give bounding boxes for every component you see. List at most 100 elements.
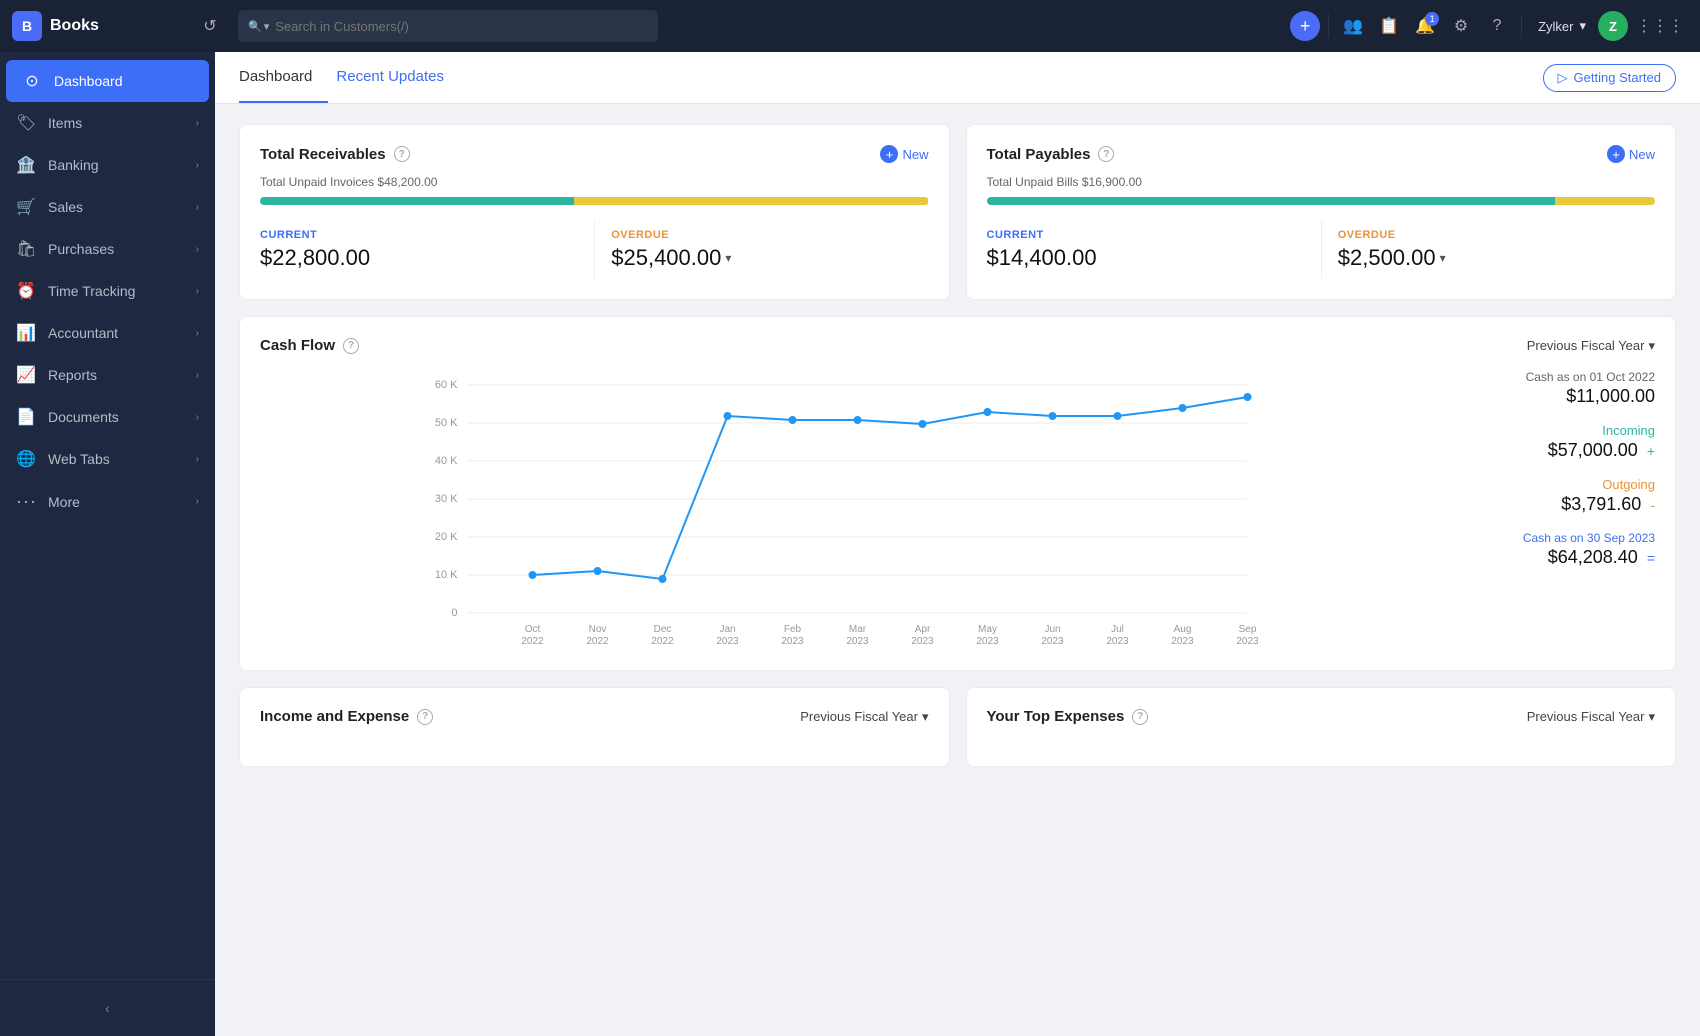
svg-text:2022: 2022	[521, 636, 544, 647]
divider2	[1521, 14, 1522, 38]
payables-progress-bar	[987, 197, 1656, 205]
sidebar-item-web-tabs[interactable]: 🌐 Web Tabs ›	[0, 438, 215, 480]
payables-new-btn[interactable]: + New	[1607, 145, 1655, 163]
svg-text:10 K: 10 K	[435, 569, 458, 581]
app-grid-btn[interactable]: ⋮⋮⋮	[1632, 12, 1688, 40]
svg-text:Sep: Sep	[1239, 624, 1257, 635]
contacts-btn[interactable]: 👥	[1337, 10, 1369, 42]
settings-btn[interactable]: ⚙	[1445, 10, 1477, 42]
tab-dashboard[interactable]: Dashboard	[239, 52, 328, 103]
help-icon: ?	[1493, 17, 1502, 35]
svg-text:2022: 2022	[651, 636, 674, 647]
receivables-overdue-value: $25,400.00 ▾	[611, 245, 928, 271]
payables-header: Total Payables ? + New	[987, 145, 1656, 163]
sidebar-collapse-btn[interactable]: ‹	[16, 992, 199, 1024]
top-expenses-chevron: ▾	[1648, 709, 1655, 725]
dot-jan	[724, 412, 732, 420]
username: Zylker	[1538, 19, 1573, 34]
svg-text:Oct: Oct	[525, 624, 541, 635]
add-new-btn[interactable]: +	[1290, 11, 1320, 41]
user-chevron: ▾	[1579, 18, 1586, 34]
cashflow-chart: 60 K 50 K 40 K 30 K 20 K 10 K 0	[260, 370, 1455, 650]
cashflow-incoming-symbol: +	[1647, 443, 1655, 459]
income-expense-period[interactable]: Previous Fiscal Year ▾	[800, 709, 928, 725]
receivables-progress-bar	[260, 197, 929, 205]
dashboard-icon: ⊙	[22, 71, 42, 91]
sidebar-item-purchases[interactable]: 🛍 Purchases ›	[0, 228, 215, 270]
receivables-new-icon: +	[880, 145, 898, 163]
payables-info-icon[interactable]: ?	[1098, 146, 1114, 162]
cashflow-period-selector[interactable]: Previous Fiscal Year ▾	[1527, 338, 1655, 354]
payables-title-text: Total Payables	[987, 146, 1091, 163]
receivables-info-icon[interactable]: ?	[394, 146, 410, 162]
svg-text:20 K: 20 K	[435, 531, 458, 543]
svg-text:Jul: Jul	[1111, 624, 1124, 635]
sidebar-label-time-tracking: Time Tracking	[48, 283, 184, 299]
app-name: Books	[50, 17, 99, 35]
avatar[interactable]: Z	[1598, 11, 1628, 41]
sidebar-item-documents[interactable]: 📄 Documents ›	[0, 396, 215, 438]
divider	[1328, 14, 1329, 38]
income-expense-info-icon[interactable]: ?	[417, 709, 433, 725]
payables-new-label: New	[1629, 147, 1655, 162]
income-expense-header: Income and Expense ? Previous Fiscal Yea…	[260, 708, 929, 725]
receivables-current-amount: $22,800.00	[260, 245, 370, 271]
sidebar-item-accountant[interactable]: 📊 Accountant ›	[0, 312, 215, 354]
receivables-new-btn[interactable]: + New	[880, 145, 928, 163]
tab-recent-updates[interactable]: Recent Updates	[336, 52, 460, 103]
search-input[interactable]	[275, 19, 648, 34]
receivables-current-bar	[260, 197, 574, 205]
sidebar-item-banking[interactable]: 🏦 Banking ›	[0, 144, 215, 186]
cashflow-body: 60 K 50 K 40 K 30 K 20 K 10 K 0	[260, 370, 1655, 650]
getting-started-btn[interactable]: ▷ Getting Started	[1543, 64, 1676, 92]
cashflow-opening-value: $11,000.00	[1479, 386, 1655, 407]
cashflow-info-icon[interactable]: ?	[343, 338, 359, 354]
sidebar-item-time-tracking[interactable]: ⏰ Time Tracking ›	[0, 270, 215, 312]
user-menu[interactable]: Zylker ▾	[1530, 14, 1594, 38]
income-expense-period-label: Previous Fiscal Year	[800, 709, 918, 724]
cashflow-closing: Cash as on 30 Sep 2023 $64,208.40 =	[1479, 531, 1655, 568]
accountant-chevron: ›	[196, 328, 199, 339]
top-expenses-info-icon[interactable]: ?	[1132, 709, 1148, 725]
app-logo: B Books	[12, 11, 182, 41]
sidebar-item-items[interactable]: 🏷 Items ›	[0, 102, 215, 144]
cashflow-card: Cash Flow ? Previous Fiscal Year ▾ 60 K …	[239, 316, 1676, 671]
sidebar-item-more[interactable]: ··· More ›	[0, 480, 215, 523]
top-expenses-period[interactable]: Previous Fiscal Year ▾	[1527, 709, 1655, 725]
cashflow-outgoing: Outgoing $3,791.60 -	[1479, 477, 1655, 515]
tab-dashboard-label: Dashboard	[239, 68, 312, 85]
bottom-cards-row: Income and Expense ? Previous Fiscal Yea…	[239, 687, 1676, 767]
help-btn[interactable]: ?	[1481, 10, 1513, 42]
search-type-dropdown[interactable]: 🔍 ▾	[248, 20, 269, 33]
receivables-overdue-section: OVERDUE $25,400.00 ▾	[594, 221, 928, 279]
notifications-btn[interactable]: 🔔 1	[1409, 10, 1441, 42]
receivables-overdue-dropdown[interactable]: ▾	[725, 251, 731, 265]
sidebar-label-items: Items	[48, 115, 184, 131]
payables-overdue-bar	[1555, 197, 1655, 205]
sidebar-item-sales[interactable]: 🛒 Sales ›	[0, 186, 215, 228]
receivables-new-label: New	[902, 147, 928, 162]
svg-text:2023: 2023	[781, 636, 804, 647]
svg-text:Jun: Jun	[1044, 624, 1060, 635]
svg-text:Mar: Mar	[849, 624, 867, 635]
reports-icon: 📈	[16, 365, 36, 385]
sales-chevron: ›	[196, 202, 199, 213]
tasks-btn[interactable]: 📋	[1373, 10, 1405, 42]
history-btn[interactable]: ↺	[194, 10, 226, 42]
sidebar-label-sales: Sales	[48, 199, 184, 215]
svg-text:Dec: Dec	[654, 624, 672, 635]
svg-text:2023: 2023	[1106, 636, 1129, 647]
sidebar-item-reports[interactable]: 📈 Reports ›	[0, 354, 215, 396]
receivables-current-label: CURRENT	[260, 229, 594, 241]
search-bar: 🔍 ▾	[238, 10, 658, 42]
svg-text:Feb: Feb	[784, 624, 802, 635]
reports-chevron: ›	[196, 370, 199, 381]
income-expense-card: Income and Expense ? Previous Fiscal Yea…	[239, 687, 950, 767]
payables-overdue-dropdown[interactable]: ▾	[1440, 251, 1446, 265]
cashflow-closing-label: Cash as on 30 Sep 2023	[1479, 531, 1655, 545]
cashflow-period-label: Previous Fiscal Year	[1527, 338, 1645, 353]
dot-dec	[659, 575, 667, 583]
web-tabs-chevron: ›	[196, 454, 199, 465]
cashflow-stats: Cash as on 01 Oct 2022 $11,000.00 Incomi…	[1455, 370, 1655, 650]
sidebar-item-dashboard[interactable]: ⊙ Dashboard	[6, 60, 209, 102]
